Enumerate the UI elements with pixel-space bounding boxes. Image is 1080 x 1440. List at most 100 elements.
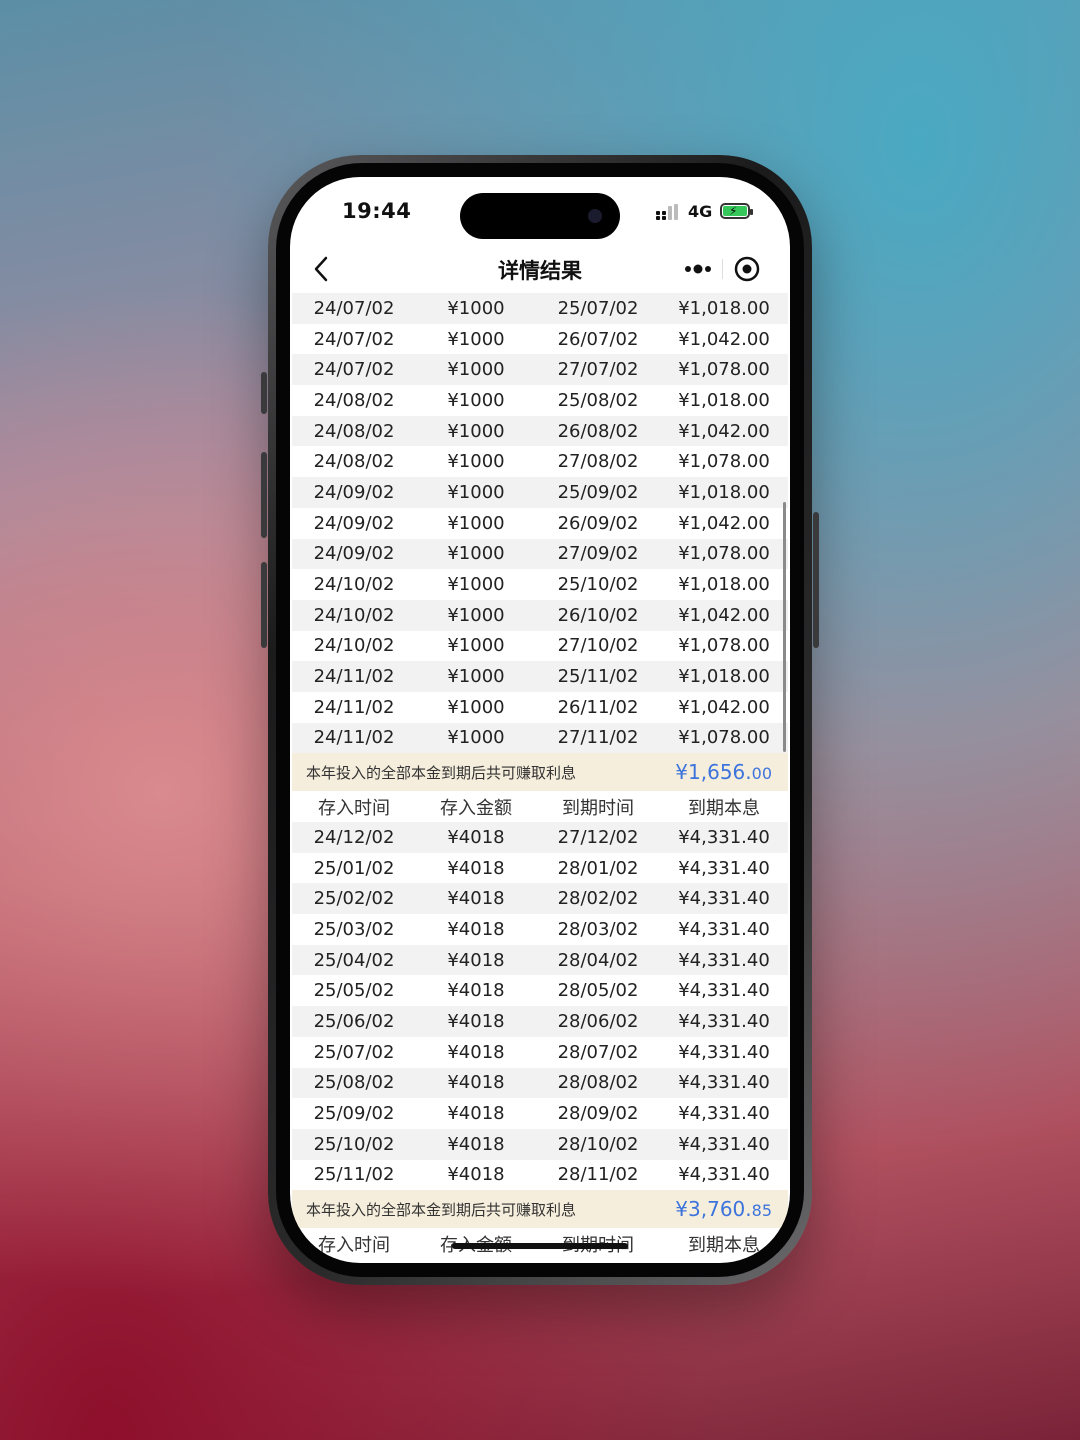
table-row: 25/02/02 ¥4018 28/02/02 ¥4,331.40 (292, 883, 788, 915)
maturity-date-cell: 28/04/02 (557, 949, 639, 971)
maturity-date-cell: 26/07/02 (557, 328, 639, 350)
deposit-date-cell: 24/07/02 (313, 297, 395, 319)
deposit-amount-cell: ¥4018 (447, 826, 505, 848)
battery-icon: ⚡ (720, 203, 753, 219)
table-row: 25/10/02 ¥4018 28/10/02 ¥4,331.40 (292, 1128, 788, 1160)
result-table: 24/07/02 ¥1000 25/07/02 ¥1,018.00 24/07/02 ¥1… (292, 293, 788, 1263)
section-2: 存入时间 存入金额 到期时间 到期本息 24/12/02 ¥4018 27/12/0… (292, 791, 788, 1229)
more-icon[interactable] (674, 249, 722, 289)
deposit-amount-cell: ¥1000 (447, 389, 505, 411)
deposit-date-cell: 24/09/02 (313, 512, 395, 534)
table-row: 25/04/02 ¥4018 28/04/02 ¥4,331.40 (292, 944, 788, 976)
deposit-amount-cell: ¥4018 (447, 888, 505, 910)
table-row: 24/12/02 ¥4018 27/12/02 ¥4,331.40 (292, 822, 788, 853)
table-row: 25/07/02 ¥4018 28/07/02 ¥4,331.40 (292, 1037, 788, 1068)
deposit-date-cell: 24/10/02 (313, 604, 395, 626)
table-row: 25/03/02 ¥4018 28/03/02 ¥4,331.40 (292, 914, 788, 945)
deposit-date-cell: 25/07/02 (313, 1041, 395, 1063)
volume-up-button (261, 452, 267, 538)
maturity-total-cell: ¥1,042.00 (678, 512, 770, 534)
maturity-date-cell: 25/10/02 (557, 574, 639, 596)
header-maturity-date: 到期时间 (562, 797, 634, 819)
deposit-date-cell: 25/11/02 (313, 1164, 395, 1186)
deposit-date-cell: 25/04/02 (313, 949, 395, 971)
header-maturity-total: 到期本息 (688, 1234, 760, 1256)
maturity-date-cell: 26/11/02 (557, 696, 639, 718)
maturity-total-cell: ¥1,018.00 (678, 574, 770, 596)
deposit-date-cell: 25/06/02 (313, 1010, 395, 1032)
table-row: 24/08/02 ¥1000 25/08/02 ¥1,018.00 (292, 385, 788, 416)
status-bar: 19:44 4G ⚡ (290, 177, 790, 247)
maturity-total-cell: ¥4,331.40 (678, 1072, 770, 1094)
maturity-total-cell: ¥1,078.00 (678, 543, 770, 565)
maturity-date-cell: 25/07/02 (557, 297, 639, 319)
close-target-icon[interactable] (726, 251, 766, 287)
maturity-total-cell: ¥1,018.00 (678, 297, 770, 319)
deposit-amount-cell: ¥1000 (447, 696, 505, 718)
deposit-date-cell: 24/11/02 (313, 666, 395, 688)
nav-bar: 详情结果 (290, 247, 790, 293)
header-maturity-total: 到期本息 (688, 797, 760, 819)
deposit-date-cell: 25/08/02 (313, 1072, 395, 1094)
maturity-date-cell: 28/03/02 (557, 918, 639, 940)
table-row: 24/11/02 ¥1000 25/11/02 ¥1,018.00 (292, 661, 788, 692)
maturity-date-cell: 25/11/02 (557, 666, 639, 688)
deposit-date-cell: 24/07/02 (313, 359, 395, 381)
maturity-date-cell: 26/08/02 (557, 420, 639, 442)
front-camera-icon (588, 209, 602, 223)
deposit-amount-cell: ¥1000 (447, 451, 505, 473)
interest-summary: 本年投入的全部本金到期后共可赚取利息 ¥3,760.85 (292, 1190, 788, 1229)
deposit-amount-cell: ¥1000 (447, 512, 505, 534)
deposit-amount-cell: ¥1000 (447, 604, 505, 626)
deposit-date-cell: 24/10/02 (313, 635, 395, 657)
deposit-date-cell: 24/08/02 (313, 420, 395, 442)
deposit-date-cell: 25/03/02 (313, 918, 395, 940)
table-row: 24/10/02 ¥1000 27/10/02 ¥1,078.00 (292, 631, 788, 662)
deposit-amount-cell: ¥1000 (447, 481, 505, 503)
summary-text: 本年投入的全部本金到期后共可赚取利息 (306, 1200, 577, 1219)
table-row: 24/07/02 ¥1000 27/07/02 ¥1,078.00 (292, 354, 788, 386)
maturity-date-cell: 27/12/02 (557, 826, 639, 848)
maturity-date-cell: 27/09/02 (557, 543, 639, 565)
maturity-date-cell: 28/10/02 (557, 1133, 639, 1155)
table-row: 24/09/02 ¥1000 26/09/02 ¥1,042.00 (292, 508, 788, 539)
table-row: 24/11/02 ¥1000 26/11/02 ¥1,042.00 (292, 692, 788, 723)
deposit-amount-cell: ¥1000 (447, 420, 505, 442)
deposit-amount-cell: ¥1000 (447, 727, 505, 749)
table-row: 24/08/02 ¥1000 27/08/02 ¥1,078.00 (292, 446, 788, 477)
table-row: 24/09/02 ¥1000 27/09/02 ¥1,078.00 (292, 538, 788, 570)
deposit-date-cell: 25/05/02 (313, 980, 395, 1002)
summary-text: 本年投入的全部本金到期后共可赚取利息 (306, 763, 577, 782)
deposit-amount-cell: ¥1000 (447, 328, 505, 350)
deposit-date-cell: 25/10/02 (313, 1133, 395, 1155)
deposit-date-cell: 25/09/02 (313, 1103, 395, 1125)
table-row: 24/11/02 ¥1000 27/11/02 ¥1,078.00 (292, 722, 788, 754)
maturity-date-cell: 26/09/02 (557, 512, 639, 534)
maturity-date-cell: 28/06/02 (557, 1010, 639, 1032)
table-header: 存入时间 存入金额 到期时间 到期本息 (292, 791, 788, 822)
deposit-amount-cell: ¥4018 (447, 980, 505, 1002)
maturity-total-cell: ¥1,078.00 (678, 635, 770, 657)
home-indicator[interactable] (452, 1243, 628, 1249)
table-row: 25/09/02 ¥4018 28/09/02 ¥4,331.40 (292, 1098, 788, 1129)
summary-value: ¥1,656.00 (675, 760, 772, 785)
table-row: 25/05/02 ¥4018 28/05/02 ¥4,331.40 (292, 975, 788, 1006)
maturity-total-cell: ¥4,331.40 (678, 1103, 770, 1125)
header-deposit-date: 存入时间 (318, 1234, 390, 1256)
deposit-date-cell: 24/11/02 (313, 727, 395, 749)
maturity-total-cell: ¥1,042.00 (678, 604, 770, 626)
dynamic-island (460, 193, 620, 239)
table-row: 25/06/02 ¥4018 28/06/02 ¥4,331.40 (292, 1006, 788, 1037)
maturity-total-cell: ¥4,331.40 (678, 1010, 770, 1032)
deposit-date-cell: 24/08/02 (313, 451, 395, 473)
deposit-amount-cell: ¥1000 (447, 666, 505, 688)
capsule-divider (722, 259, 723, 279)
action-button (261, 372, 267, 414)
maturity-date-cell: 28/02/02 (557, 888, 639, 910)
maturity-date-cell: 28/09/02 (557, 1103, 639, 1125)
scrollbar[interactable] (783, 502, 786, 752)
deposit-amount-cell: ¥4018 (447, 1010, 505, 1032)
maturity-date-cell: 27/08/02 (557, 451, 639, 473)
maturity-total-cell: ¥1,042.00 (678, 420, 770, 442)
table-row: 24/09/02 ¥1000 25/09/02 ¥1,018.00 (292, 477, 788, 508)
